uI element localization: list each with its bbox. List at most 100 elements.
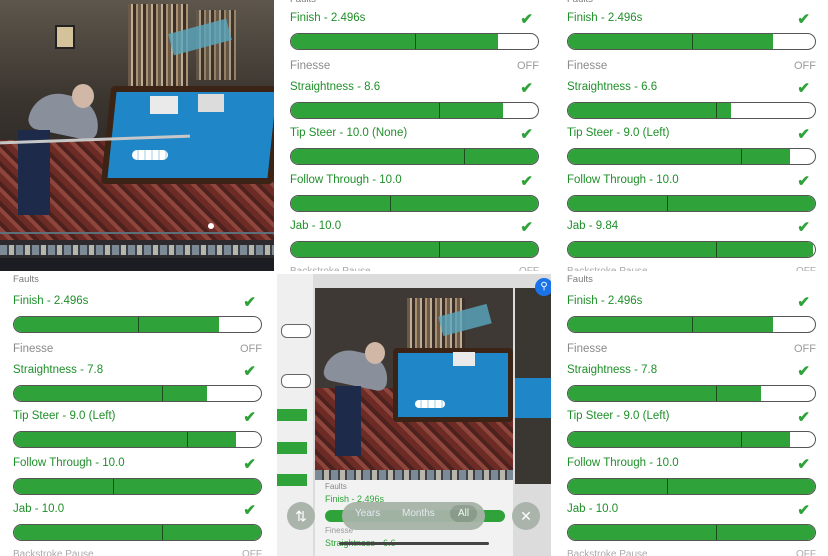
search-icon: ⚲	[540, 281, 548, 292]
score-bar-fill	[14, 525, 261, 540]
metric-row: Follow Through - 10.0 ✔	[567, 173, 816, 218]
metric-row: Tip Steer - 10.0 (None) ✔	[290, 126, 539, 171]
finesse-row: Finesse OFF	[13, 343, 262, 359]
score-bar	[567, 431, 816, 448]
next-metric-cutoff: Backstroke Pause OFF	[567, 549, 816, 556]
metric-label: Tip Steer - 9.0 (Left)	[567, 410, 670, 422]
score-bar-marker	[439, 242, 441, 257]
filter-months[interactable]: Months	[402, 508, 435, 519]
next-photo-preview[interactable]	[515, 288, 551, 484]
metric-list: Finish - 2.496s ✔ Finesse OFF Straightness -…	[554, 0, 828, 271]
cutoff-status: OFF	[796, 266, 816, 271]
checkmark-icon: ✔	[797, 11, 810, 28]
metric-label: Jab - 10.0	[567, 503, 619, 515]
metrics-panel-bottom-right: Faults Finish - 2.496s ✔ Finesse OFF Straigh…	[554, 274, 828, 556]
metric-row: Straightness - 8.6 ✔	[290, 80, 539, 125]
score-bar	[567, 195, 816, 212]
score-bar-marker	[414, 34, 416, 49]
finesse-status: OFF	[794, 343, 816, 355]
metric-label: Jab - 10.0	[290, 220, 342, 232]
score-bar-marker	[389, 196, 391, 211]
metric-label: Follow Through - 10.0	[13, 457, 125, 469]
finesse-row: Finesse OFF	[567, 60, 816, 76]
score-bar	[567, 33, 816, 50]
metric-label: Finish - 2.496s	[13, 295, 89, 307]
home-indicator	[339, 542, 489, 545]
photo-gallery-view: ⚲ Faults Finish - 2.496s Finesse Straigh…	[277, 274, 551, 556]
score-bar-fill	[14, 479, 261, 494]
cutoff-label: Backstroke Pause	[567, 549, 648, 556]
cutoff-label: Backstroke Pause	[13, 549, 94, 556]
metric-row: Straightness - 6.6 ✔	[567, 80, 816, 125]
checkmark-icon: ✔	[243, 456, 256, 473]
cutoff-status: OFF	[242, 549, 262, 556]
metric-row: Finish - 2.496s ✔	[290, 11, 539, 56]
metric-row: Straightness - 7.8 ✔	[567, 363, 816, 408]
metric-label: Straightness - 7.8	[567, 364, 658, 376]
score-bar-fill	[291, 103, 504, 118]
score-bar-marker	[691, 317, 693, 332]
score-bar-fill	[568, 432, 791, 447]
checkmark-icon: ✔	[243, 363, 256, 380]
finesse-status: OFF	[517, 60, 539, 72]
score-bar-fill	[291, 196, 538, 211]
metric-label: Follow Through - 10.0	[567, 457, 679, 469]
metric-row: Tip Steer - 9.0 (Left) ✔	[13, 409, 262, 454]
score-bar	[13, 524, 262, 541]
score-bar-marker	[137, 317, 139, 332]
finesse-label: Finesse	[13, 343, 54, 355]
score-bar-marker	[666, 479, 668, 494]
metric-label: Jab - 9.84	[567, 220, 619, 232]
metric-row: Jab - 9.84 ✔	[567, 219, 816, 264]
score-bar	[13, 385, 262, 402]
metrics-panel-bottom-left: Faults Finish - 2.496s ✔ Finesse OFF Straigh…	[0, 274, 274, 556]
metric-row: Follow Through - 10.0 ✔	[13, 456, 262, 501]
score-bar-marker	[162, 525, 164, 540]
score-bar-fill	[568, 386, 761, 401]
cutoff-label: Backstroke Pause	[290, 266, 371, 271]
metric-row: Finish - 2.496s ✔	[567, 11, 816, 56]
checkmark-icon: ✔	[797, 173, 810, 190]
faults-header: Faults	[325, 482, 347, 491]
checkmark-icon: ✔	[797, 219, 810, 236]
filter-years[interactable]: Years	[355, 508, 380, 519]
score-bar-fill	[291, 149, 538, 164]
score-bar-fill	[568, 479, 815, 494]
score-bar	[13, 431, 262, 448]
date-filter-segmented-control[interactable]: Years Months All	[342, 502, 485, 530]
finesse-label: Finesse	[290, 60, 331, 72]
checkmark-icon: ✔	[797, 456, 810, 473]
score-bar	[567, 148, 816, 165]
checkmark-icon: ✔	[520, 173, 533, 190]
video-thumbnail-top-left[interactable]	[0, 0, 274, 271]
score-bar	[290, 33, 539, 50]
score-bar-marker	[463, 149, 465, 164]
metric-label: Straightness - 8.6	[290, 81, 381, 93]
score-bar	[567, 241, 816, 258]
metric-label: Finish - 2.496s	[290, 12, 366, 24]
sort-button[interactable]: ⇅	[287, 502, 315, 530]
checkmark-icon: ✔	[243, 294, 256, 311]
metric-row: Jab - 10.0 ✔	[567, 502, 816, 547]
metric-row: Follow Through - 10.0 ✔	[567, 456, 816, 501]
metrics-panel-top-middle: Faults Finish - 2.496s✔FinesseOFFStraigh…	[277, 0, 551, 271]
score-bar-fill	[14, 386, 207, 401]
search-button[interactable]: ⚲	[535, 278, 551, 296]
gallery-photo[interactable]	[315, 288, 513, 484]
score-bar	[567, 316, 816, 333]
score-bar-fill	[291, 242, 538, 257]
filter-all[interactable]: All	[450, 505, 478, 522]
close-button[interactable]: ✕	[512, 502, 540, 530]
score-bar-marker	[716, 386, 718, 401]
metric-label: Jab - 10.0	[13, 503, 65, 515]
checkmark-icon: ✔	[797, 294, 810, 311]
metric-list: Finish - 2.496s ✔ Finesse OFF Straightness -…	[0, 274, 274, 556]
metric-label: Finish - 2.496s	[567, 12, 643, 24]
score-bar-fill	[14, 432, 237, 447]
checkmark-icon: ✔	[520, 80, 533, 97]
next-metric-cutoff: Backstroke Pause OFF	[290, 266, 539, 271]
checkmark-icon: ✔	[797, 363, 810, 380]
score-bar-marker	[740, 432, 742, 447]
finesse-status: OFF	[794, 60, 816, 72]
score-bar-marker	[162, 386, 164, 401]
